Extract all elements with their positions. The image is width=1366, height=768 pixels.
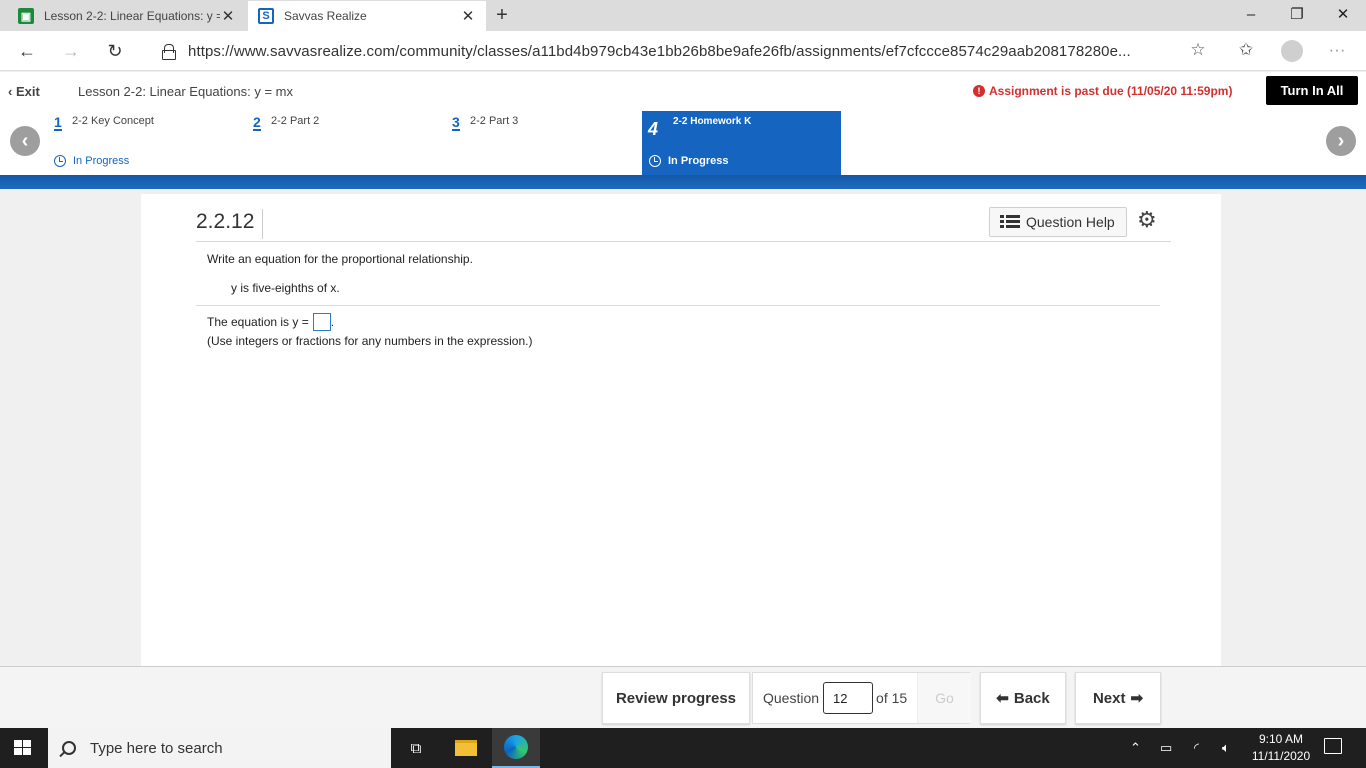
savvas-favicon-icon: S <box>258 8 274 24</box>
question-number: 2.2.12 <box>196 209 264 239</box>
question-nav-bar: Review progress Question 12 of 15 Go ⬅ B… <box>0 666 1366 728</box>
address-bar: ← → ↻ https://www.savvasrealize.com/comm… <box>0 31 1366 71</box>
clock-time: 9:10 AM <box>1258 732 1304 746</box>
restore-button[interactable]: ❐ <box>1274 2 1320 28</box>
browser-tab-savvas[interactable]: S Savvas Realize ✕ <box>248 1 486 31</box>
step-number: 1 <box>54 114 62 131</box>
new-tab-button[interactable]: + <box>492 4 512 27</box>
answer-hint: (Use integers or fractions for any numbe… <box>207 334 533 348</box>
step-status-text: In Progress <box>668 155 729 167</box>
step-label: 2-2 Part 2 <box>271 115 320 127</box>
show-hidden-icons-icon[interactable]: ⌃ <box>1130 728 1141 768</box>
step-3-part-3[interactable]: 3 2-2 Part 3 <box>452 111 632 175</box>
favorites-list-icon[interactable]: ✩ <box>1235 40 1257 60</box>
step-status: In Progress <box>54 155 129 167</box>
alert-icon: ! <box>973 85 985 97</box>
lesson-title: Lesson 2-2: Linear Equations: y = mx <box>78 84 293 99</box>
browser-tab-strip: ▣ Lesson 2-2: Linear Equations: y = mx ✕… <box>0 0 1366 31</box>
clock-icon <box>54 155 66 167</box>
lock-icon <box>162 44 176 60</box>
classroom-favicon-icon: ▣ <box>18 8 34 24</box>
back-arrow-icon[interactable]: ← <box>14 38 40 64</box>
tab-close-icon[interactable]: ✕ <box>220 7 236 25</box>
left-arrow-icon: ⬅ <box>996 690 1009 707</box>
answer-row: The equation is y = . <box>207 313 334 331</box>
past-due-notice: ! Assignment is past due (11/05/20 11:59… <box>973 84 1232 98</box>
divider <box>196 241 1171 242</box>
taskbar-clock[interactable]: 9:10 AM 11/11/2020 <box>1246 731 1316 765</box>
past-due-text: Assignment is past due (11/05/20 11:59pm… <box>989 84 1233 98</box>
step-status-text: In Progress <box>73 155 130 167</box>
taskbar-search-field[interactable]: Type here to search <box>48 728 391 768</box>
step-status: In Progress <box>649 155 729 167</box>
url-text: https://www.savvasrealize.com/community/… <box>188 42 1131 60</box>
question-help-label: Question Help <box>1026 214 1115 230</box>
clock-date: 11/11/2020 <box>1251 749 1311 763</box>
question-panel: 2.2.12 Question Help ⚙ Write an equation… <box>141 194 1221 666</box>
search-icon <box>62 741 76 755</box>
question-relation: y is five-eighths of x. <box>231 281 340 295</box>
notification-icon[interactable] <box>1324 738 1342 754</box>
step-label: 2-2 Key Concept <box>72 115 154 127</box>
question-total: of 15 <box>876 690 908 706</box>
file-explorer-icon[interactable] <box>442 728 490 768</box>
search-placeholder: Type here to search <box>90 739 223 757</box>
divider <box>196 305 1160 306</box>
header-divider-bar <box>0 175 1366 189</box>
gear-icon[interactable]: ⚙ <box>1137 208 1157 232</box>
tab-title: Savvas Realize <box>284 9 367 23</box>
refresh-icon[interactable]: ↻ <box>102 38 128 64</box>
tab-close-icon[interactable]: ✕ <box>460 7 476 25</box>
question-number-input[interactable]: 12 <box>823 682 874 714</box>
profile-avatar[interactable] <box>1281 40 1303 62</box>
exit-link[interactable]: ‹ Exit <box>8 84 40 99</box>
answer-input[interactable] <box>312 313 331 331</box>
app-header: ‹ Exit Lesson 2-2: Linear Equations: y =… <box>0 72 1366 175</box>
browser-tab-lesson[interactable]: ▣ Lesson 2-2: Linear Equations: y = mx ✕ <box>8 1 246 31</box>
step-number: 2 <box>253 114 261 131</box>
windows-taskbar: Type here to search ⧉ ⌃ ▭ ◜ 🔈︎ 9:10 AM 1… <box>0 728 1366 768</box>
next-arrow-icon[interactable]: › <box>1326 126 1356 156</box>
step-number: 4 <box>648 119 659 139</box>
tab-title: Lesson 2-2: Linear Equations: y = mx <box>44 9 220 23</box>
step-label: 2-2 Homework K <box>673 116 752 127</box>
question-jump-group: Question 12 of 15 Go <box>752 672 971 724</box>
right-arrow-icon: ➡ <box>1130 690 1144 707</box>
answer-suffix: . <box>330 315 335 329</box>
step-4-homework[interactable]: 4 2-2 Homework K In Progress <box>642 111 841 175</box>
edge-browser-icon[interactable] <box>492 728 540 768</box>
battery-icon[interactable]: ▭ <box>1160 728 1172 768</box>
task-view-icon[interactable]: ⧉ <box>392 728 440 768</box>
back-label: Back <box>1013 689 1050 707</box>
favorite-star-icon[interactable]: ☆ <box>1187 40 1209 60</box>
next-label: Next <box>1092 689 1126 707</box>
more-menu-icon[interactable]: ··· <box>1326 40 1348 60</box>
step-2-part-2[interactable]: 2 2-2 Part 2 <box>253 111 433 175</box>
back-button[interactable]: ⬅ Back <box>980 672 1066 724</box>
wifi-icon[interactable]: ◜ <box>1194 728 1199 768</box>
turn-in-all-button[interactable]: Turn In All <box>1266 76 1358 105</box>
question-help-button[interactable]: Question Help <box>989 207 1127 237</box>
step-label: 2-2 Part 3 <box>470 115 519 127</box>
url-field[interactable]: https://www.savvasrealize.com/community/… <box>150 37 1210 65</box>
window-close-button[interactable]: ✕ <box>1320 2 1366 28</box>
go-button[interactable]: Go <box>917 673 971 723</box>
answer-prefix: The equation is y = <box>207 315 309 329</box>
step-1-key-concept[interactable]: 1 2-2 Key Concept In Progress <box>54 111 234 175</box>
list-icon <box>1000 215 1020 229</box>
clock-icon <box>649 155 661 167</box>
step-number: 3 <box>452 114 460 131</box>
minimize-button[interactable]: – <box>1228 2 1274 28</box>
exit-label: Exit <box>15 84 40 99</box>
review-progress-button[interactable]: Review progress <box>602 672 750 724</box>
next-button[interactable]: Next ➡ <box>1075 672 1161 724</box>
previous-arrow-icon[interactable]: ‹ <box>10 126 40 156</box>
windows-start-icon[interactable] <box>14 740 32 756</box>
forward-arrow-icon[interactable]: → <box>58 38 84 64</box>
volume-icon[interactable]: 🔈︎ <box>1222 728 1230 768</box>
question-label: Question <box>763 690 820 706</box>
question-prompt: Write an equation for the proportional r… <box>207 252 473 266</box>
